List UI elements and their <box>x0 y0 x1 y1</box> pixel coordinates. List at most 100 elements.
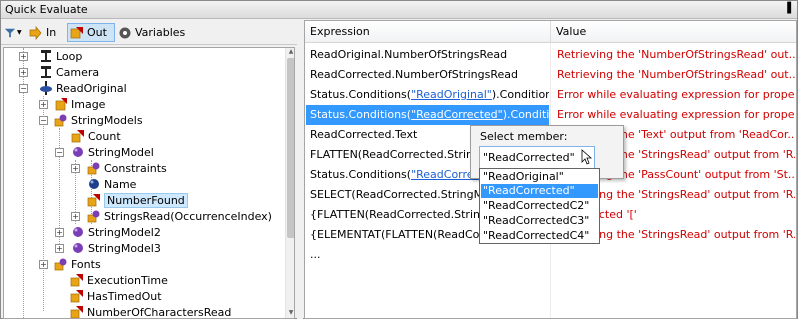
value-icon <box>70 274 83 287</box>
expression-cell[interactable]: ReadCorrected.NumberOfStringsRead <box>306 65 549 85</box>
expand-toggle[interactable]: + <box>55 244 64 253</box>
tree-item-name[interactable]: Name <box>4 176 136 192</box>
member-combobox[interactable]: "ReadCorrected" <box>479 146 595 169</box>
tree-item-fonts[interactable]: + Fonts <box>4 256 101 272</box>
toolbar: ▼ In Out Variables <box>1 20 301 45</box>
expand-toggle[interactable]: + <box>55 228 64 237</box>
tree-item-stringmodel2[interactable]: + StringModel2 <box>4 224 161 240</box>
tree-item-label: StringModel <box>88 145 154 159</box>
new-expression-cell[interactable]: ... <box>306 245 549 265</box>
title-bar: Quick Evaluate ▐ <box>1 1 797 19</box>
cursor-icon <box>581 149 593 165</box>
tree-item-stringmodel[interactable]: − StringModel <box>4 144 154 160</box>
table-row-new[interactable]: ... <box>305 245 796 265</box>
filter-button[interactable]: ▼ <box>4 23 26 42</box>
value-icon <box>70 306 83 318</box>
member-link[interactable]: "ReadOriginal" <box>411 88 492 101</box>
expand-toggle[interactable]: + <box>19 68 28 77</box>
tree-item-stringmodels[interactable]: − StringModels <box>4 112 143 128</box>
tree-item-numberofcharactersread[interactable]: NumberOfCharactersRead <box>4 304 232 319</box>
dropdown-option[interactable]: "ReadOriginal" <box>481 170 598 184</box>
input-arrow-icon <box>29 25 42 40</box>
value-icon <box>71 130 84 143</box>
filter-dropdown-arrow: ▼ <box>17 29 22 36</box>
collapse-toggle[interactable]: − <box>19 84 28 93</box>
table-row-selected[interactable]: Status.Conditions("ReadCorrected").Condi… <box>305 105 796 125</box>
filter-icon <box>4 28 16 37</box>
value-icon <box>87 194 100 207</box>
dropdown-option[interactable]: "ReadCorrectedC4" <box>481 229 598 243</box>
tree-item-label: Loop <box>56 49 83 63</box>
pin-icon[interactable]: ▐ <box>783 3 791 14</box>
tree-scrollbar[interactable]: ▲ ▼ <box>285 48 294 318</box>
tool-icon <box>40 81 52 95</box>
value-cell: Error while evaluating expression for pr… <box>557 108 795 121</box>
scrollbar-thumb[interactable] <box>287 58 294 238</box>
collection-icon <box>87 162 100 175</box>
value-column-header[interactable]: Value <box>551 21 796 43</box>
table-row[interactable]: ReadCorrected.NumberOfStringsRead Retrie… <box>305 65 796 85</box>
value-cell: Error while evaluating expression for pr… <box>557 88 795 101</box>
tree-item-readoriginal[interactable]: − ReadOriginal <box>4 80 127 96</box>
dropdown-option[interactable]: "ReadCorrectedC2" <box>481 199 598 213</box>
expand-toggle[interactable]: + <box>71 164 80 173</box>
camera-icon <box>41 66 51 78</box>
expression-cell[interactable]: ReadOriginal.NumberOfStringsRead <box>306 45 549 65</box>
dropdown-option[interactable]: "ReadCorrectedC3" <box>481 214 598 228</box>
property-icon <box>89 179 99 189</box>
object-icon <box>73 147 83 157</box>
collapse-toggle[interactable]: − <box>55 148 64 157</box>
expand-toggle[interactable]: + <box>39 260 48 269</box>
output-arrow-icon <box>70 26 83 38</box>
object-icon <box>73 243 83 253</box>
tree-item-label: StringModels <box>71 113 143 127</box>
out-button[interactable]: Out <box>67 23 115 42</box>
combobox-value: "ReadCorrected" <box>483 151 575 164</box>
expand-toggle[interactable]: + <box>19 52 28 61</box>
tree-item-label: Name <box>104 177 137 191</box>
member-link[interactable]: "ReadCorrected" <box>411 108 503 121</box>
pane-splitter[interactable] <box>297 20 303 319</box>
expression-cell[interactable]: Status.Conditions("ReadCorrected").Condi… <box>306 105 549 125</box>
collection-icon <box>54 258 67 271</box>
variables-icon <box>119 27 131 38</box>
in-button[interactable]: In <box>29 23 65 42</box>
collection-icon <box>87 210 100 223</box>
collapse-toggle[interactable]: − <box>39 116 48 125</box>
tree-item-executiontime[interactable]: ExecutionTime <box>4 272 168 288</box>
loop-icon <box>41 50 51 62</box>
table-row[interactable]: Status.Conditions("ReadOriginal").Condit… <box>305 85 796 105</box>
output-tree[interactable]: + Loop + Camera − ReadOriginal + Image −… <box>3 47 295 319</box>
tree-item-numberfound[interactable]: NumberFound <box>4 192 188 208</box>
expand-toggle[interactable]: + <box>71 212 80 221</box>
popup-title: Select member: <box>480 130 568 143</box>
tree-item-count[interactable]: Count <box>4 128 121 144</box>
expand-toggle[interactable]: + <box>39 100 48 109</box>
tree-item-label: StringModel3 <box>88 241 161 255</box>
tree-item-stringmodel3[interactable]: + StringModel3 <box>4 240 161 256</box>
collection-icon <box>54 114 67 127</box>
tree-item-stringsread[interactable]: + StringsRead(OccurrenceIndex) <box>4 208 272 224</box>
scroll-up-icon[interactable]: ▲ <box>286 48 294 57</box>
expression-column-header[interactable]: Expression <box>305 21 551 43</box>
tree-item-constraints[interactable]: + Constraints <box>4 160 167 176</box>
scroll-down-icon[interactable]: ▼ <box>286 309 294 318</box>
dropdown-option-selected[interactable]: "ReadCorrected" <box>481 184 598 198</box>
tree-item-label: ExecutionTime <box>87 273 168 287</box>
variables-button[interactable]: Variables <box>118 23 188 42</box>
tree-item-image[interactable]: + Image <box>4 96 105 112</box>
tree-item-hastimedout[interactable]: HasTimedOut <box>4 288 162 304</box>
value-cell: Retrieving the 'NumberOfStringsRead' out… <box>557 48 795 61</box>
tree-item-label: NumberOfCharactersRead <box>87 305 232 319</box>
value-cell: Retrieving the 'NumberOfStringsRead' out… <box>557 68 795 81</box>
grid-header: Expression Value <box>305 21 796 43</box>
tree-item-loop[interactable]: + Loop <box>4 48 82 64</box>
tree-item-camera[interactable]: + Camera <box>4 64 99 80</box>
tree-item-label: Fonts <box>71 257 101 271</box>
tree-item-label: Count <box>88 129 121 143</box>
value-icon <box>70 290 83 303</box>
quick-evaluate-window: Quick Evaluate ▐ ▼ In Out Variables + Lo… <box>0 0 798 319</box>
expression-cell[interactable]: Status.Conditions("ReadOriginal").Condit… <box>306 85 549 105</box>
window-title: Quick Evaluate <box>5 3 88 16</box>
table-row[interactable]: ReadOriginal.NumberOfStringsRead Retriev… <box>305 45 796 65</box>
